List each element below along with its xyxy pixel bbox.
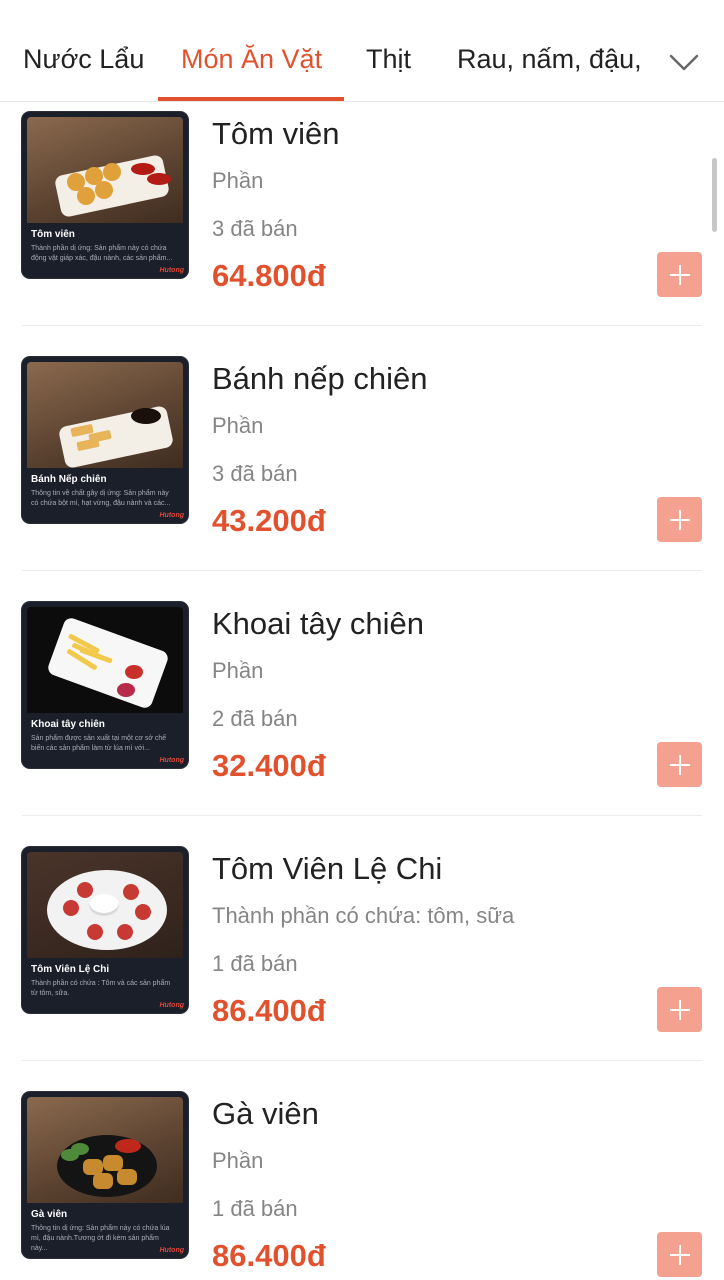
chevron-down-icon[interactable]: [668, 48, 700, 76]
product-item[interactable]: Bánh Nếp chiên Thông tin về chất gây dị …: [0, 347, 724, 592]
active-tab-indicator: [158, 97, 344, 101]
add-to-cart-button[interactable]: [657, 1232, 702, 1277]
product-price: 86.400đ: [212, 993, 326, 1028]
thumbnail-title: Tôm viên: [31, 229, 75, 240]
sold-count: 1 đã bán: [212, 1196, 298, 1221]
thumbnail-title: Gà viên: [31, 1209, 68, 1220]
product-name[interactable]: Tôm viên: [212, 116, 339, 152]
food-photo: [27, 1097, 183, 1203]
product-price: 64.800đ: [212, 258, 326, 293]
sold-count: 2 đã bán: [212, 706, 298, 731]
divider: [22, 570, 702, 571]
product-name[interactable]: Gà viên: [212, 1096, 319, 1132]
product-description: Phần: [212, 1148, 264, 1173]
thumbnail-title: Tôm Viên Lệ Chi: [31, 964, 110, 975]
brand-logo: Hutong: [159, 267, 185, 274]
sold-count: 3 đã bán: [212, 461, 298, 486]
tab-mon-an-vat[interactable]: Món Ăn Vặt: [181, 44, 322, 75]
product-thumbnail[interactable]: Khoai tây chiên Sản phẩm được sản xuất t…: [22, 602, 188, 768]
product-name[interactable]: Khoai tây chiên: [212, 606, 424, 642]
product-list: Tôm viên Thành phần dị ứng: Sản phẩm này…: [0, 102, 724, 1280]
brand-logo: Hutong: [159, 1002, 185, 1009]
product-item[interactable]: Tôm Viên Lệ Chi Thành phần có chứa : Tôm…: [0, 837, 724, 1082]
food-photo: [27, 852, 183, 958]
product-item[interactable]: Gà viên Thông tin dị ứng: Sản phẩm này c…: [0, 1082, 724, 1280]
sold-count: 3 đã bán: [212, 216, 298, 241]
product-description: Phần: [212, 168, 264, 193]
brand-logo: Hutong: [159, 757, 185, 764]
product-name[interactable]: Bánh nếp chiên: [212, 361, 427, 397]
divider: [22, 1060, 702, 1061]
thumbnail-description: Thông tin dị ứng: Sản phẩm này có chứa l…: [31, 1225, 170, 1252]
add-to-cart-button[interactable]: [657, 742, 702, 787]
product-price: 86.400đ: [212, 1238, 326, 1273]
product-name[interactable]: Tôm Viên Lệ Chi: [212, 851, 442, 887]
add-to-cart-button[interactable]: [657, 252, 702, 297]
product-description: Thành phần có chứa: tôm, sữa: [212, 903, 515, 928]
add-to-cart-button[interactable]: [657, 987, 702, 1032]
thumbnail-description: Thông tin về chất gây dị ứng: Sản phẩm n…: [31, 490, 171, 507]
thumbnail-description: Sản phẩm được sản xuất tại một cơ sở chế…: [31, 735, 167, 752]
brand-logo: Hutong: [159, 512, 185, 519]
product-thumbnail[interactable]: Gà viên Thông tin dị ứng: Sản phẩm này c…: [22, 1092, 188, 1258]
thumbnail-description: Thành phần dị ứng: Sản phẩm này có chứa …: [31, 245, 173, 262]
category-tab-bar: Nước Lẩu Món Ăn Vặt Thịt Rau, nấm, đậu,r: [0, 0, 724, 102]
product-item[interactable]: Tôm viên Thành phần dị ứng: Sản phẩm này…: [0, 102, 724, 347]
tab-nuoc-lau[interactable]: Nước Lẩu: [23, 44, 144, 75]
scrollbar[interactable]: [712, 158, 717, 232]
product-thumbnail[interactable]: Bánh Nếp chiên Thông tin về chất gây dị …: [22, 357, 188, 523]
tab-thit[interactable]: Thịt: [366, 44, 411, 75]
sold-count: 1 đã bán: [212, 951, 298, 976]
divider: [22, 815, 702, 816]
thumbnail-description: Thành phần có chứa : Tôm và các sản phẩm…: [31, 980, 171, 997]
food-photo: [27, 362, 183, 469]
product-thumbnail[interactable]: Tôm viên Thành phần dị ứng: Sản phẩm này…: [22, 112, 188, 278]
product-price: 32.400đ: [212, 748, 326, 783]
product-thumbnail[interactable]: Tôm Viên Lệ Chi Thành phần có chứa : Tôm…: [22, 847, 188, 1013]
product-item[interactable]: Khoai tây chiên Sản phẩm được sản xuất t…: [0, 592, 724, 837]
food-photo: [27, 607, 183, 713]
tab-rau-nam-dau[interactable]: Rau, nấm, đậu,r: [457, 44, 651, 75]
add-to-cart-button[interactable]: [657, 497, 702, 542]
food-photo: [27, 117, 183, 223]
thumbnail-title: Bánh Nếp chiên: [31, 474, 107, 485]
brand-logo: Hutong: [159, 1247, 185, 1254]
divider: [22, 325, 702, 326]
product-description: Phần: [212, 413, 264, 438]
product-description: Phần: [212, 658, 264, 683]
thumbnail-title: Khoai tây chiên: [31, 719, 105, 730]
product-price: 43.200đ: [212, 503, 326, 538]
